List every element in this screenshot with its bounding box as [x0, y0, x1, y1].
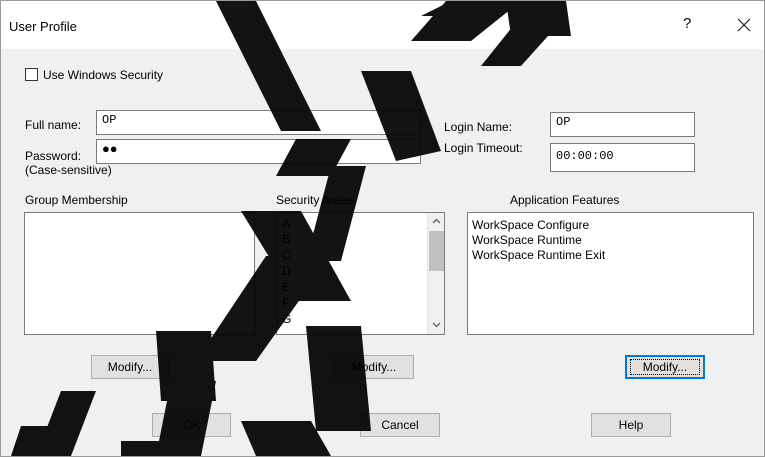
watermark-strokes: [11, 1, 571, 456]
user-profile-dialog: User Profile ? Use Windows Security Full…: [0, 0, 765, 457]
